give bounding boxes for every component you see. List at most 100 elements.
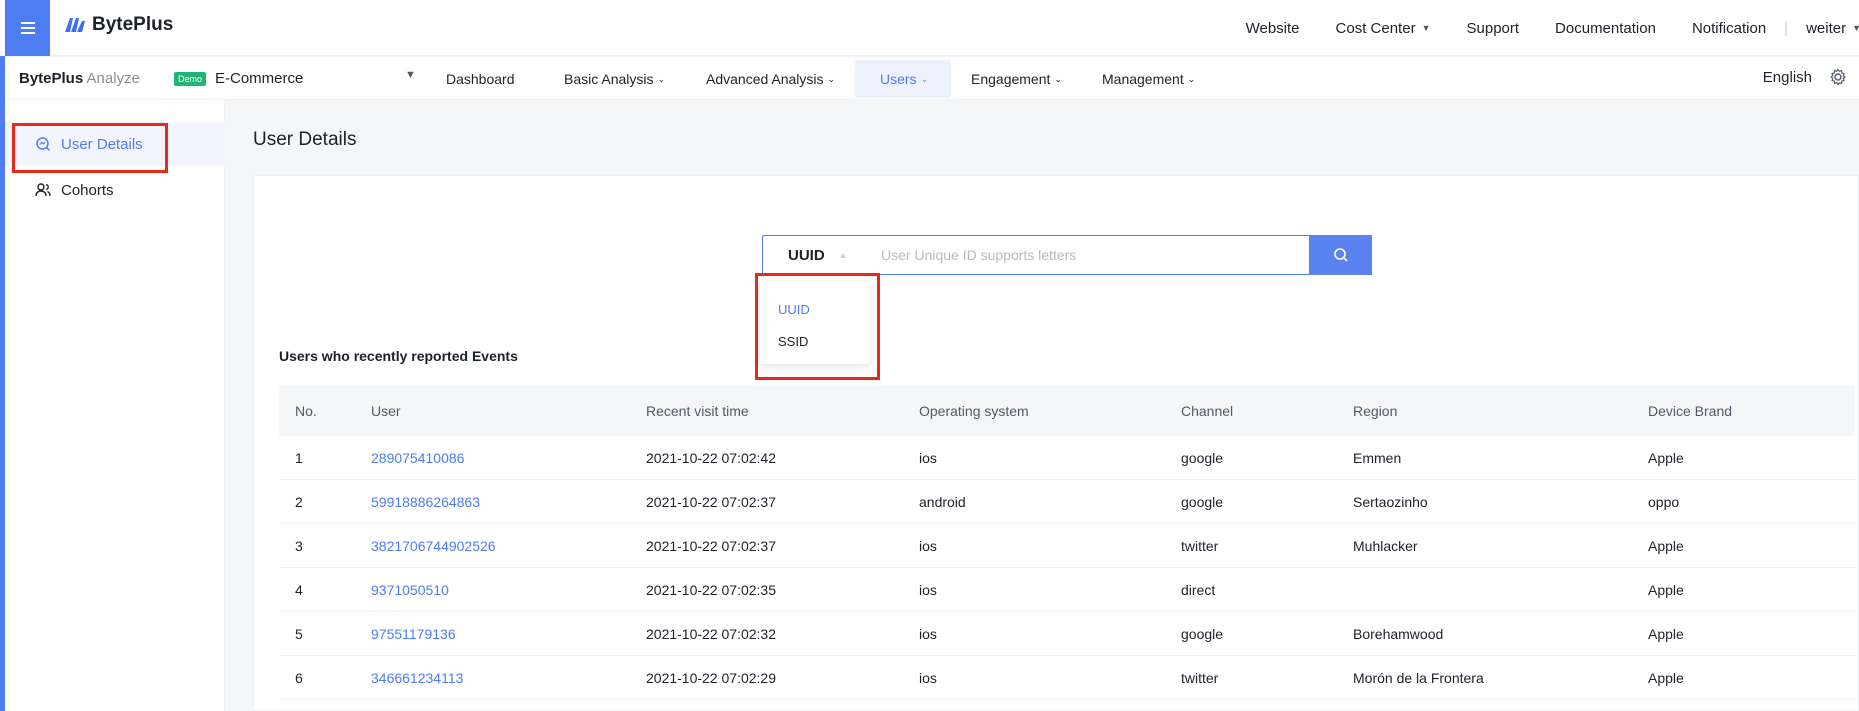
channel: twitter — [1181, 537, 1219, 554]
nav-label: Advanced Analysis — [706, 71, 824, 87]
top-nav: Website Cost Center ▼ Support Documentati… — [1210, 0, 1859, 56]
top-nav-website[interactable]: Website — [1246, 20, 1300, 37]
row-number: 6 — [295, 669, 303, 686]
top-nav-support[interactable]: Support — [1467, 20, 1520, 37]
product-brand: BytePlus Analyze — [19, 70, 140, 87]
user-id-link[interactable]: 3821706744902526 — [371, 538, 646, 554]
search-type-select[interactable]: UUID ▲ — [763, 236, 863, 274]
nav-label: Basic Analysis — [564, 71, 654, 87]
table-row: 4 9371050510 2021-10-22 07:02:35 ios dir… — [279, 568, 1855, 612]
device-brand: Apple — [1648, 537, 1684, 554]
visit-time: 2021-10-22 07:02:37 — [646, 493, 776, 510]
page-title: User Details — [253, 129, 357, 150]
user-name: weiter — [1806, 19, 1847, 37]
operating-system: ios — [919, 581, 937, 598]
section-title: Users who recently reported Events — [279, 348, 518, 364]
search-type-dropdown: UUID SSID — [760, 282, 870, 364]
table-row: 6 346661234113 2021-10-22 07:02:29 ios t… — [279, 656, 1855, 700]
device-brand: Apple — [1648, 581, 1684, 598]
project-caret-down-icon[interactable]: ▼ — [405, 69, 416, 81]
user-id-link[interactable]: 289075410086 — [371, 450, 646, 466]
sidebar-item-user-details[interactable]: User Details — [5, 122, 225, 166]
user-id-link[interactable]: 97551179136 — [371, 626, 646, 642]
dropdown-option-uuid[interactable]: UUID — [778, 302, 810, 317]
top-nav-label: Cost Center — [1335, 19, 1416, 37]
nav-management[interactable]: Management ⌄ — [1092, 60, 1232, 98]
nav-label: Engagement — [971, 71, 1051, 87]
top-nav-label: Support — [1466, 19, 1520, 37]
nav-dashboard[interactable]: Dashboard — [437, 60, 558, 98]
table-row: 3 3821706744902526 2021-10-22 07:02:37 i… — [279, 524, 1855, 568]
chevron-down-icon: ⌄ — [827, 73, 836, 84]
search-button[interactable] — [1309, 235, 1372, 275]
channel: google — [1181, 493, 1224, 510]
demo-badge: Demo — [174, 72, 207, 86]
nav-engagement[interactable]: Engagement ⌄ — [951, 60, 1092, 98]
user-menu[interactable]: weiter ▼ — [1806, 20, 1859, 37]
nav-basic-analysis[interactable]: Basic Analysis ⌄ — [558, 60, 694, 98]
nav-separator: | — [1784, 19, 1789, 37]
operating-system: ios — [919, 625, 937, 642]
top-bar: BytePlus Website Cost Center ▼ Support Do… — [0, 0, 1859, 56]
settings-gear-icon[interactable] — [1829, 68, 1847, 86]
top-nav-notification[interactable]: Notification — [1692, 20, 1766, 37]
caret-down-icon: ▼ — [1421, 23, 1431, 33]
row-number: 1 — [295, 449, 303, 466]
users-icon — [35, 183, 51, 197]
top-nav-label: Website — [1245, 19, 1300, 37]
column-header: No. — [295, 403, 317, 419]
brand-product: Analyze — [86, 70, 140, 87]
visit-time: 2021-10-22 07:02:29 — [646, 669, 776, 686]
menu-icon — [20, 27, 35, 29]
table-row: 5 97551179136 2021-10-22 07:02:32 ios go… — [279, 612, 1855, 656]
chevron-down-icon: ⌄ — [1054, 73, 1062, 84]
visit-time: 2021-10-22 07:02:32 — [646, 625, 776, 642]
region: Morón de la Frontera — [1353, 669, 1484, 686]
top-nav-label: Documentation — [1555, 19, 1656, 37]
column-header: User — [371, 403, 401, 419]
user-search-icon — [36, 137, 51, 152]
row-number: 5 — [295, 625, 303, 642]
language-selector[interactable]: English — [1763, 69, 1812, 86]
user-search-bar: UUID ▲ — [762, 235, 1372, 275]
byteplus-logo-icon — [65, 18, 85, 32]
search-icon — [1333, 248, 1348, 262]
column-header: Channel — [1181, 403, 1234, 419]
channel: twitter — [1181, 669, 1219, 686]
byteplus-logo[interactable]: BytePlus — [64, 14, 173, 36]
nav-users[interactable]: Users ⌄ — [855, 60, 951, 98]
region: Sertaozinho — [1353, 493, 1428, 510]
user-id-link[interactable]: 346661234113 — [371, 670, 646, 686]
top-nav-label: Notification — [1691, 19, 1767, 37]
search-input[interactable] — [863, 236, 1309, 274]
nav-label: Dashboard — [446, 71, 515, 87]
dropdown-option-ssid[interactable]: SSID — [778, 334, 808, 349]
region: Muhlacker — [1353, 537, 1418, 554]
channel: google — [1181, 625, 1224, 642]
device-brand: Apple — [1648, 669, 1684, 686]
user-id-link[interactable]: 59918886264863 — [371, 494, 646, 510]
device-brand: oppo — [1648, 493, 1680, 510]
sidebar-item-cohorts[interactable]: Cohorts — [5, 168, 225, 212]
table-row: 2 59918886264863 2021-10-22 07:02:37 and… — [279, 480, 1855, 524]
top-nav-cost-center[interactable]: Cost Center ▼ — [1336, 20, 1431, 37]
hamburger-menu-button[interactable] — [5, 0, 50, 56]
operating-system: ios — [919, 449, 937, 466]
caret-down-icon: ▼ — [1852, 23, 1859, 33]
main-nav: Dashboard Basic Analysis ⌄ Advanced Analy… — [437, 57, 1232, 100]
row-number: 4 — [295, 581, 303, 598]
user-id-link[interactable]: 9371050510 — [371, 582, 646, 598]
column-header: Operating system — [919, 403, 1029, 419]
chevron-down-icon: ⌄ — [920, 73, 929, 84]
sidebar: User Details Cohorts — [5, 100, 225, 711]
product-nav-bar: BytePlus Analyze Demo E-Commerce ▼ Dashb… — [5, 57, 1859, 100]
device-brand: Apple — [1648, 449, 1684, 466]
top-nav-documentation[interactable]: Documentation — [1555, 20, 1656, 37]
visit-time: 2021-10-22 07:02:42 — [646, 449, 776, 466]
project-selector[interactable]: E-Commerce — [215, 70, 303, 87]
row-number: 2 — [295, 493, 303, 510]
operating-system: ios — [919, 669, 937, 686]
nav-advanced-analysis[interactable]: Advanced Analysis ⌄ — [694, 60, 855, 98]
column-header: Device Brand — [1648, 403, 1733, 419]
visit-time: 2021-10-22 07:02:35 — [646, 581, 776, 598]
